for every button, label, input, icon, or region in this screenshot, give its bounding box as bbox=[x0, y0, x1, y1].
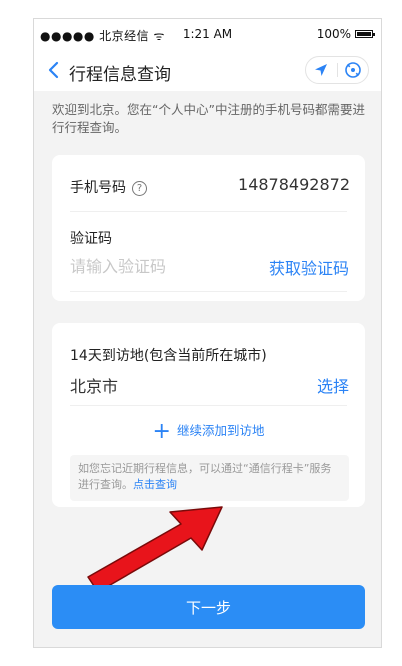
plus-icon: + bbox=[152, 419, 171, 444]
get-code-button[interactable]: 获取验证码 bbox=[269, 255, 349, 279]
query-link[interactable]: 点击查询 bbox=[133, 478, 177, 491]
welcome-text: 欢迎到北京。您在“个人中心”中注册的手机号码都需要进行行程查询。 bbox=[52, 102, 365, 135]
verification-code-input[interactable] bbox=[70, 255, 220, 277]
red-arrow-icon bbox=[87, 506, 223, 593]
status-bar: ●●●●● 北京经信 ᯤ 1:21 AM 100% bbox=[34, 19, 381, 51]
mini-program-capsule bbox=[305, 56, 369, 84]
phone-verification-card: 手机号码? 14878492872 验证码 获取验证码 bbox=[52, 155, 365, 301]
chevron-left-icon bbox=[48, 61, 59, 79]
code-label: 验证码 bbox=[70, 231, 112, 247]
battery-percent: 100% bbox=[316, 27, 351, 41]
phone-label: 手机号码? bbox=[70, 177, 147, 197]
add-destination-label: 继续添加到访地 bbox=[176, 423, 265, 438]
visit-label: 14天到访地(包含当前所在城市) bbox=[70, 348, 267, 364]
close-button[interactable] bbox=[338, 57, 369, 83]
add-destination-button[interactable]: + 继续添加到访地 bbox=[52, 419, 365, 444]
battery-icon bbox=[355, 30, 375, 38]
navigation-arrow-icon bbox=[315, 64, 328, 76]
divider bbox=[70, 211, 347, 212]
next-step-button[interactable]: 下一步 bbox=[52, 585, 365, 629]
phone-screen: ●●●●● 北京经信 ᯤ 1:21 AM 100% 行程信息查询 欢迎到北京。您… bbox=[33, 18, 382, 648]
navbar: 行程信息查询 bbox=[34, 51, 381, 91]
city-value: 北京市 bbox=[70, 377, 119, 396]
divider bbox=[70, 291, 347, 292]
itinerary-note: 如您忘记近期行程信息，可以通过“通信行程卡”服务进行查询。点击查询 bbox=[70, 455, 349, 501]
choose-city-button[interactable]: 选择 bbox=[317, 373, 349, 397]
phone-label-text: 手机号码 bbox=[70, 180, 126, 196]
divider bbox=[70, 405, 347, 406]
visit-history-card: 14天到访地(包含当前所在城市) 北京市 选择 + 继续添加到访地 如您忘记近期行… bbox=[52, 323, 365, 507]
note-text: 如您忘记近期行程信息，可以通过“通信行程卡”服务进行查询。 bbox=[78, 462, 332, 491]
circle-close-icon bbox=[344, 62, 361, 78]
page-title: 行程信息查询 bbox=[69, 65, 171, 85]
phone-number: 14878492872 bbox=[238, 175, 350, 194]
back-button[interactable] bbox=[46, 60, 62, 80]
location-button[interactable] bbox=[306, 57, 337, 83]
question-mark-icon[interactable]: ? bbox=[132, 181, 147, 196]
